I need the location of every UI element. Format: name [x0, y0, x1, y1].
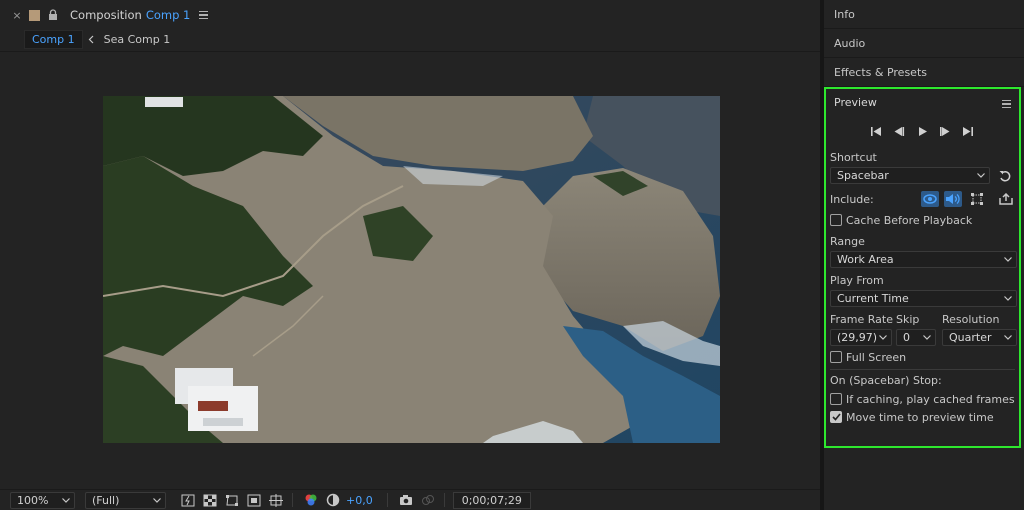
- preview-panel: Preview Shortcut Spacebar Include: Cache…: [824, 87, 1021, 448]
- magnification-value: 100%: [17, 493, 49, 507]
- shortcut-select[interactable]: Spacebar: [830, 167, 990, 184]
- panel-tab-label: Audio: [834, 36, 866, 50]
- effects-presets-panel-tab[interactable]: Effects & Presets: [824, 58, 1024, 87]
- info-panel-tab[interactable]: Info: [824, 0, 1024, 29]
- current-time-display[interactable]: 0;00;07;29: [452, 491, 531, 509]
- panel-menu-icon[interactable]: [1002, 100, 1011, 108]
- resolution-label: Resolution: [942, 313, 1000, 326]
- full-screen-row[interactable]: Full Screen: [830, 350, 906, 364]
- footer-divider: [443, 493, 445, 507]
- skip-value: 0: [903, 331, 910, 344]
- magnification-select[interactable]: 100%: [10, 491, 75, 509]
- cache-before-playback-checkbox[interactable]: [830, 214, 842, 226]
- close-panel-icon[interactable]: ×: [11, 9, 23, 22]
- move-time-label: Move time to preview time: [846, 410, 994, 424]
- chevron-down-icon: [62, 496, 70, 504]
- chevron-down-icon: [1004, 334, 1012, 342]
- frame-rate-label: Frame Rate: [830, 313, 893, 326]
- shortcut-label: Shortcut: [830, 151, 877, 164]
- include-video-eye-icon[interactable]: [921, 191, 939, 207]
- stop-behavior-label: On (Spacebar) Stop:: [830, 374, 942, 387]
- panel-tab-label: Info: [834, 7, 855, 21]
- play-from-value: Current Time: [837, 292, 909, 305]
- composition-header: × Composition Comp 1 Comp 1 Sea Comp 1: [0, 0, 820, 52]
- move-time-checkbox[interactable]: [830, 411, 842, 423]
- composition-panel: × Composition Comp 1 Comp 1 Sea Comp 1 1…: [0, 0, 820, 510]
- next-frame-icon[interactable]: [939, 125, 951, 137]
- resolution-value: (Full): [92, 493, 120, 507]
- reset-exposure-icon[interactable]: [325, 492, 341, 508]
- range-value: Work Area: [837, 253, 894, 266]
- external-output-icon[interactable]: [997, 191, 1015, 207]
- include-label: Include:: [830, 193, 874, 206]
- full-screen-label: Full Screen: [846, 350, 907, 364]
- tab-label: Comp 1: [32, 33, 75, 46]
- chevron-down-icon: [879, 334, 887, 342]
- chevron-down-icon: [923, 334, 931, 342]
- include-overlays-icon[interactable]: [968, 191, 986, 207]
- move-time-row[interactable]: Move time to preview time: [830, 410, 994, 424]
- right-panel-stack: Info Audio Effects & Presets Preview Sho…: [824, 0, 1024, 510]
- section-divider: [830, 369, 1015, 370]
- tab-sea-comp-1[interactable]: Sea Comp 1: [104, 33, 171, 46]
- composition-viewer[interactable]: [0, 53, 820, 489]
- mask-path-visibility-icon[interactable]: [224, 492, 240, 508]
- show-snapshot-icon[interactable]: [420, 492, 436, 508]
- chevron-down-icon: [977, 172, 985, 180]
- composition-footer: 100% (Full) +0,0 0;00;07;29: [0, 489, 820, 510]
- last-frame-icon[interactable]: [962, 125, 974, 137]
- if-caching-label: If caching, play cached frames: [846, 392, 1015, 406]
- chevron-down-icon: [1004, 256, 1012, 264]
- range-select[interactable]: Work Area: [830, 251, 1017, 268]
- frame-rate-select[interactable]: (29,97): [830, 329, 892, 346]
- chevron-left-icon[interactable]: [88, 35, 98, 44]
- grid-guides-icon[interactable]: [268, 492, 284, 508]
- play-from-label: Play From: [830, 274, 884, 287]
- active-composition-name: Comp 1: [145, 8, 191, 22]
- resolution-select[interactable]: (Full): [85, 491, 166, 509]
- panel-menu-icon[interactable]: [199, 11, 211, 19]
- panel-title: Composition: [70, 8, 142, 22]
- fast-previews-icon[interactable]: [180, 492, 196, 508]
- panel-tab-label: Effects & Presets: [834, 65, 927, 79]
- cache-before-playback-row[interactable]: Cache Before Playback: [830, 213, 972, 227]
- play-icon[interactable]: [916, 125, 928, 137]
- preview-panel-title: Preview: [834, 95, 877, 109]
- camera-snapshot-icon[interactable]: [398, 492, 414, 508]
- region-of-interest-icon[interactable]: [246, 492, 262, 508]
- if-caching-row[interactable]: If caching, play cached frames: [830, 392, 1015, 406]
- chevron-down-icon: [153, 496, 161, 504]
- channel-color-icon[interactable]: [303, 492, 319, 508]
- if-caching-checkbox[interactable]: [830, 393, 842, 405]
- range-label: Range: [830, 235, 865, 248]
- resolution-value: Quarter: [949, 331, 992, 344]
- resolution-select[interactable]: Quarter: [942, 329, 1017, 346]
- footer-divider: [292, 493, 293, 507]
- label-color-swatch[interactable]: [29, 9, 40, 21]
- after-effects-window: × Composition Comp 1 Comp 1 Sea Comp 1 1…: [0, 0, 1024, 510]
- include-audio-speaker-icon[interactable]: [944, 191, 962, 207]
- exposure-value[interactable]: +0,0: [346, 494, 373, 507]
- audio-panel-tab[interactable]: Audio: [824, 29, 1024, 58]
- composition-frame-image: [103, 96, 720, 443]
- transparency-grid-icon[interactable]: [202, 492, 218, 508]
- preview-panel-header: Preview: [826, 89, 1019, 115]
- full-screen-checkbox[interactable]: [830, 351, 842, 363]
- frame-rate-value: (29,97): [837, 331, 878, 344]
- previous-frame-icon[interactable]: [893, 125, 905, 137]
- footer-divider: [386, 493, 388, 507]
- composition-breadcrumb: Comp 1 Sea Comp 1: [24, 30, 170, 49]
- playback-controls: [870, 125, 974, 137]
- tab-comp-1[interactable]: Comp 1: [24, 30, 83, 49]
- composition-title-row: × Composition Comp 1: [0, 5, 211, 25]
- skip-label: Skip: [896, 313, 920, 326]
- play-from-select[interactable]: Current Time: [830, 290, 1017, 307]
- shortcut-value: Spacebar: [837, 169, 889, 182]
- skip-select[interactable]: 0: [896, 329, 936, 346]
- lock-icon[interactable]: [48, 9, 62, 21]
- chevron-down-icon: [1004, 295, 1012, 303]
- first-frame-icon[interactable]: [870, 125, 882, 137]
- reset-icon[interactable]: [999, 170, 1011, 182]
- cache-before-playback-label: Cache Before Playback: [846, 213, 973, 227]
